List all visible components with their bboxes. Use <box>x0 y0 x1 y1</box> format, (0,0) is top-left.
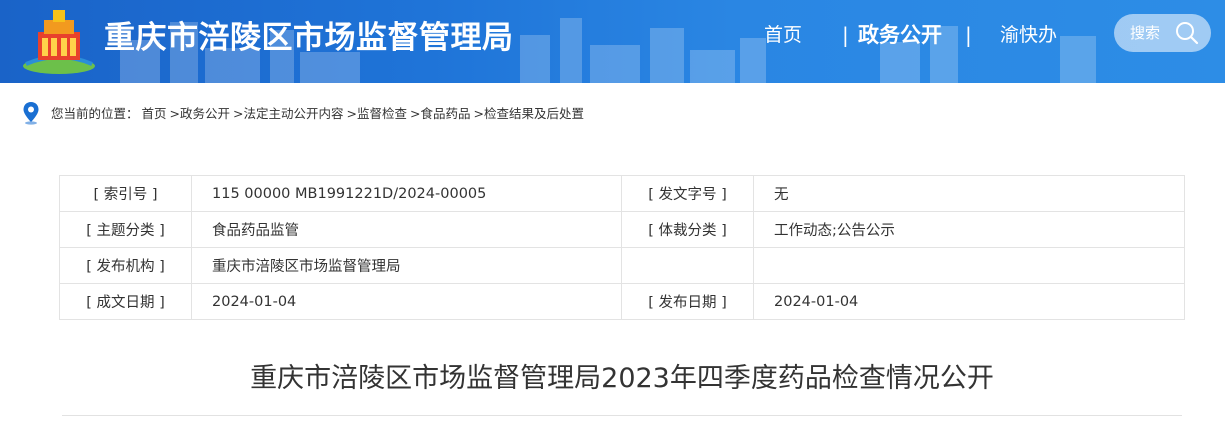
publish-date-label: [ 发布日期 ] <box>621 283 754 320</box>
topic-category-label: [ 主题分类 ] <box>59 211 192 248</box>
index-number-value: 115 00000 MB1991221D/2024-00005 <box>191 175 622 212</box>
document-info-table: [ 索引号 ] 115 00000 MB1991221D/2024-00005 … <box>59 175 1185 320</box>
document-number-value: 无 <box>753 175 1185 212</box>
emblem-logo-icon[interactable] <box>20 6 98 76</box>
genre-category-label: [ 体裁分类 ] <box>621 211 754 248</box>
publish-date-value: 2024-01-04 <box>753 283 1185 320</box>
table-row: [ 主题分类 ] 食品药品监管 [ 体裁分类 ] 工作动态;公告公示 <box>59 211 1185 248</box>
breadcrumb-item-inspection-results[interactable]: >检查结果及后处置 <box>473 106 583 121</box>
search-button[interactable]: 搜索 <box>1114 14 1211 52</box>
publisher-label: [ 发布机构 ] <box>59 247 192 284</box>
breadcrumb: 您当前的位置： 首页 >政务公开 >法定主动公开内容 >监督检查 >食品药品 >检查结果及后… <box>51 104 587 124</box>
search-icon <box>1176 22 1199 45</box>
index-number-label: [ 索引号 ] <box>59 175 192 212</box>
table-row: [ 发布机构 ] 重庆市涪陵区市场监督管理局 <box>59 247 1185 284</box>
table-row: [ 索引号 ] 115 00000 MB1991221D/2024-00005 … <box>59 175 1185 212</box>
document-number-label: [ 发文字号 ] <box>621 175 754 212</box>
empty-value-cell <box>753 247 1185 284</box>
breadcrumb-prefix: 您当前的位置： <box>51 106 139 121</box>
search-label: 搜索 <box>1130 24 1161 42</box>
breadcrumb-item-supervision[interactable]: >监督检查 <box>347 106 407 121</box>
publisher-value: 重庆市涪陵区市场监督管理局 <box>191 247 622 284</box>
written-date-value: 2024-01-04 <box>191 283 622 320</box>
article-title: 重庆市涪陵区市场监督管理局2023年四季度药品检查情况公开 <box>250 363 994 394</box>
breadcrumb-item-food-drug[interactable]: >食品药品 <box>410 106 470 121</box>
nav-gov-affairs[interactable]: 政务公开 <box>858 20 942 50</box>
breadcrumb-item-statutory[interactable]: >法定主动公开内容 <box>233 106 343 121</box>
site-title[interactable]: 重庆市涪陵区市场监督管理局 <box>104 16 514 60</box>
nav-separator: | <box>965 23 972 47</box>
nav-yu-kuai-ban[interactable]: 渝快办 <box>1000 20 1057 50</box>
topic-category-value: 食品药品监管 <box>191 211 622 248</box>
site-header: 重庆市涪陵区市场监督管理局 首页 | 政务公开 | 渝快办 搜索 <box>0 0 1225 83</box>
title-divider <box>62 415 1182 416</box>
empty-label-cell <box>621 247 754 284</box>
written-date-label: [ 成文日期 ] <box>59 283 192 320</box>
genre-category-value: 工作动态;公告公示 <box>753 211 1185 248</box>
nav-separator: | <box>842 23 849 47</box>
table-row: [ 成文日期 ] 2024-01-04 [ 发布日期 ] 2024-01-04 <box>59 283 1185 320</box>
breadcrumb-item-home[interactable]: 首页 <box>142 106 167 121</box>
location-pin-icon <box>23 102 39 125</box>
breadcrumb-item-gov-affairs[interactable]: >政务公开 <box>170 106 230 121</box>
nav-home[interactable]: 首页 <box>764 20 802 50</box>
